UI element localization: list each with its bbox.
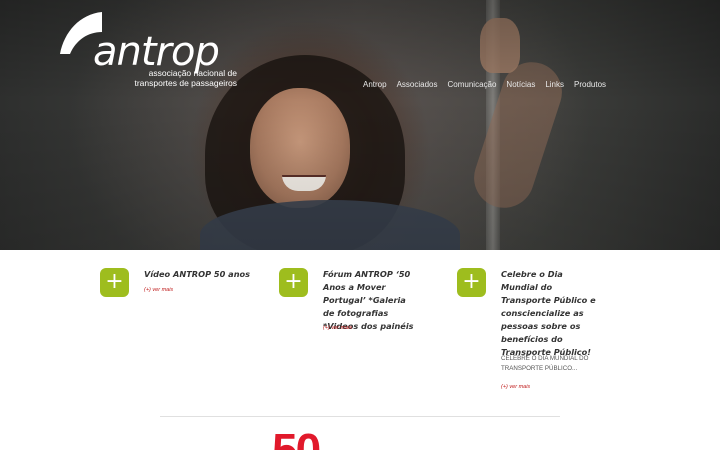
section-divider bbox=[160, 416, 560, 417]
nav-item-comunicacao[interactable]: Comunicação bbox=[448, 80, 497, 89]
read-more-link[interactable]: (+) ver mais bbox=[144, 287, 173, 293]
read-more-link[interactable]: (+) ver mais bbox=[501, 384, 530, 390]
nav-item-associados[interactable]: Associados bbox=[397, 80, 438, 89]
tagline-line-1: associação nacional de bbox=[148, 68, 237, 78]
news-title[interactable]: Fórum ANTROP ‘50 Anos a Mover Portugal’ … bbox=[323, 268, 419, 333]
tagline-line-2: transportes de passageiros bbox=[134, 78, 237, 88]
logo-tagline: associação nacional de transportes de pa… bbox=[97, 68, 237, 88]
nav-item-noticias[interactable]: Notícias bbox=[506, 80, 535, 89]
plus-icon[interactable]: + bbox=[457, 268, 486, 297]
plus-icon[interactable]: + bbox=[100, 268, 129, 297]
news-title[interactable]: Celebre o Dia Mundial do Transporte Públ… bbox=[501, 268, 597, 359]
nav-item-antrop[interactable]: Antrop bbox=[363, 80, 387, 89]
plus-icon[interactable]: + bbox=[279, 268, 308, 297]
anniversary-50-logo: 50 bbox=[272, 424, 321, 450]
news-excerpt: CELEBRE O DIA MUNDIAL DO TRANSPORTE PÚBL… bbox=[501, 355, 589, 372]
main-nav: Antrop Associados Comunicação Notícias L… bbox=[363, 80, 606, 89]
news-title[interactable]: Vídeo ANTROP 50 anos bbox=[144, 268, 254, 281]
read-more-link[interactable]: (+) ver mais bbox=[323, 325, 352, 331]
nav-item-links[interactable]: Links bbox=[545, 80, 564, 89]
nav-item-produtos[interactable]: Produtos bbox=[574, 80, 606, 89]
